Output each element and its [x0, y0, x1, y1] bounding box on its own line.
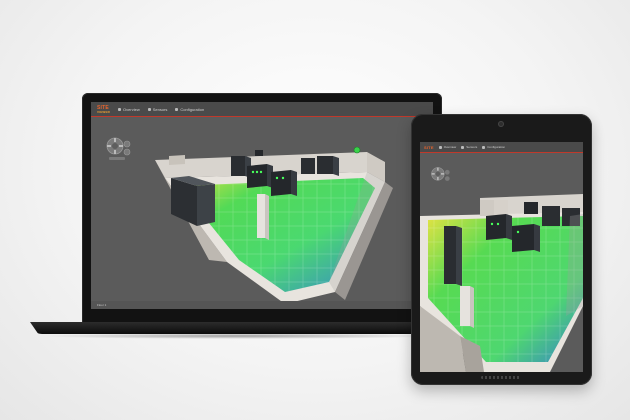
app-header: SITE VIEWER Overview Sensors Configuratio… — [91, 102, 433, 117]
room-3d-view[interactable] — [135, 142, 405, 304]
tablet-tab-sensors[interactable]: Sensors — [461, 145, 477, 149]
status-bar: Floor 1 — [91, 301, 433, 309]
tablet-app-logo: SITE — [424, 144, 434, 150]
overview-icon — [438, 145, 442, 149]
tablet-speaker — [481, 376, 521, 379]
tab-sensors[interactable]: Sensors — [147, 107, 167, 112]
tablet-tab-overview[interactable]: Overview — [438, 145, 456, 149]
tablet-camera — [498, 121, 504, 127]
laptop-screen: SITE VIEWER Overview Sensors Configuratio… — [91, 102, 433, 309]
app-logo: SITE VIEWER — [97, 104, 111, 114]
sensors-icon — [147, 107, 151, 111]
overview-icon — [118, 107, 122, 111]
tab-overview[interactable]: Overview — [118, 107, 140, 112]
tablet-navigation-pad-icon[interactable] — [430, 166, 452, 188]
sensors-icon — [461, 145, 465, 149]
tablet-screen: SITE Overview Sensors Configuration — [420, 142, 583, 372]
tablet-room-3d-view[interactable] — [420, 186, 583, 372]
laptop: SITE VIEWER Overview Sensors Configuratio… — [82, 93, 442, 323]
status-floor-label: Floor 1 — [97, 303, 107, 307]
tablet-tab-configuration[interactable]: Configuration — [482, 145, 505, 149]
configuration-icon — [482, 145, 486, 149]
configuration-icon — [175, 107, 179, 111]
tablet: SITE Overview Sensors Configuration — [411, 114, 592, 385]
navigation-pad-icon[interactable] — [105, 136, 133, 164]
tab-configuration[interactable]: Configuration — [175, 107, 204, 112]
tablet-app-header: SITE Overview Sensors Configuration — [420, 142, 583, 153]
